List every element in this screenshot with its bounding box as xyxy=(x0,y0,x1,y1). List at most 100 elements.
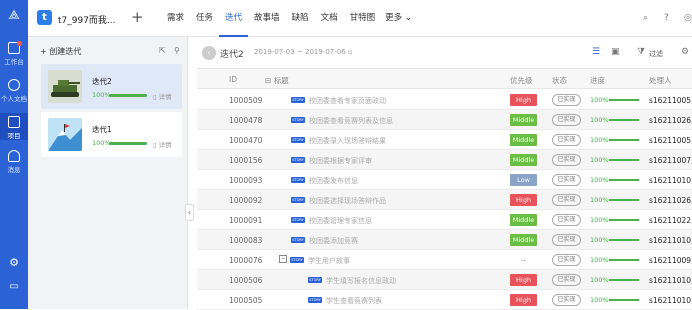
story-title[interactable]: 校团委添加竞赛 xyxy=(309,236,358,246)
story-title[interactable]: 校团委根据专家评审 xyxy=(309,156,372,166)
table-row[interactable]: 1000506 STORY 学生填写报名信息政动 High 已实现 100% s162110… xyxy=(197,270,692,290)
table-row[interactable]: 1000156 STORY 校团委根据专家评审 Middle 已实现 100% s16211… xyxy=(197,150,692,170)
priority-badge[interactable]: Middle xyxy=(510,214,537,226)
column-priority[interactable]: 优先级 xyxy=(510,75,533,86)
assignee[interactable]: s16211010; xyxy=(649,296,692,305)
status-badge[interactable]: 已实现 xyxy=(552,274,581,286)
table-row[interactable]: 1000091 STORY 校团委管理专家信息 Middle 已实现 100% s16211… xyxy=(197,210,692,230)
table-row[interactable]: 1000092 STORY 校团委选择现场答辩作品 High 已实现 100% s16211… xyxy=(197,190,692,210)
collapse-panel-button[interactable]: ‹ xyxy=(185,204,194,221)
project-avatar[interactable]: t xyxy=(37,10,52,25)
assignee[interactable]: s16211010; xyxy=(649,176,692,185)
priority-badge[interactable]: Middle xyxy=(510,134,537,146)
column-title[interactable]: ⊟ 标题 xyxy=(265,75,289,86)
user-avatar-icon[interactable]: ◎ xyxy=(684,13,692,23)
story-title[interactable]: 学生填写报名信息政动 xyxy=(326,276,396,286)
priority-badge[interactable]: High xyxy=(510,274,537,286)
rail-item-project[interactable]: 项目 xyxy=(0,113,28,140)
assignee[interactable]: s16211005; xyxy=(649,136,692,145)
settings-icon[interactable]: ⚙ xyxy=(0,256,28,269)
assignee[interactable]: s16211026; xyxy=(649,116,692,125)
priority-badge[interactable]: High xyxy=(510,194,537,206)
table-row[interactable]: 1000478 STORY 校团委查看竞赛列表及信息 Middle 已实现 100% s16… xyxy=(197,110,692,130)
help-icon[interactable]: ? xyxy=(664,13,669,23)
assignee[interactable]: s16211005;s xyxy=(649,96,692,105)
priority-badge[interactable]: Low xyxy=(510,174,537,186)
nav-tab-story-wall[interactable]: 故事墙 xyxy=(248,0,286,37)
story-title[interactable]: 校团委查看竞赛列表及信息 xyxy=(309,116,393,126)
iteration-detail-link[interactable]: ▯ 详情 xyxy=(153,139,172,149)
status-badge[interactable]: 已实现 xyxy=(552,294,581,306)
rail-item-messages[interactable]: 消息 xyxy=(0,150,28,174)
table-row[interactable]: 1000076 − STORY 学生用户故事 -- 已实现 100% s16211009; xyxy=(197,250,692,270)
back-icon[interactable]: ‹ xyxy=(202,46,216,60)
nav-more-dropdown[interactable]: 更多 ⌄ xyxy=(381,0,416,37)
search-icon[interactable]: ⌕ xyxy=(643,13,648,23)
status-badge[interactable]: 已实现 xyxy=(552,174,581,186)
priority-badge[interactable]: Middle xyxy=(510,114,537,126)
assignee[interactable]: s16211010; xyxy=(649,276,692,285)
assignee[interactable]: s16211026; xyxy=(649,196,692,205)
list-view-icon[interactable]: ☰ xyxy=(592,47,600,57)
collapse-icon[interactable]: − xyxy=(279,255,287,263)
story-title[interactable]: 学生查看竞赛列表 xyxy=(326,296,382,306)
table-row[interactable]: 1000505 STORY 学生查看竞赛列表 High 已实现 100% s16211010… xyxy=(197,290,692,310)
status-badge[interactable]: 已实现 xyxy=(552,234,581,246)
nav-tab-tasks[interactable]: 任务 xyxy=(190,0,219,37)
settings-icon[interactable]: ⚙ xyxy=(681,47,689,57)
story-title[interactable]: 学生用户故事 xyxy=(308,256,350,266)
story-title[interactable]: 校团委发布信息 xyxy=(309,176,358,186)
nav-tab-requirements[interactable]: 需求 xyxy=(161,0,190,37)
app-logo-icon[interactable]: ⟁ xyxy=(6,8,22,24)
iteration-detail-link[interactable]: ▯ 详情 xyxy=(153,91,172,101)
export-icon[interactable]: ⇱ xyxy=(159,46,166,55)
nav-tab-iterations[interactable]: 迭代 xyxy=(219,0,249,37)
add-button[interactable]: + xyxy=(131,8,144,26)
status-badge[interactable]: 已实现 xyxy=(552,134,581,146)
column-assignee[interactable]: 处理人 xyxy=(649,75,672,86)
status-badge[interactable]: 已实现 xyxy=(552,114,581,126)
table-row[interactable]: 1000083 STORY 校团委添加竞赛 Middle 已实现 100% s1621101… xyxy=(197,230,692,250)
priority-badge[interactable]: -- xyxy=(510,254,537,266)
nav-tab-gantt[interactable]: 甘特图 xyxy=(344,0,382,37)
column-status[interactable]: 状态 xyxy=(552,75,567,86)
column-progress[interactable]: 进度 xyxy=(590,75,605,86)
priority-badge[interactable]: Middle xyxy=(510,154,537,166)
project-name[interactable]: t7_997而我... xyxy=(58,13,116,26)
status-badge[interactable]: 已实现 xyxy=(552,254,581,266)
status-badge[interactable]: 已实现 xyxy=(552,154,581,166)
assignee[interactable]: s16211022; xyxy=(649,216,692,225)
assignee[interactable]: s16211010; xyxy=(649,236,692,245)
table-row[interactable]: 1000509 STORY 校团委查看专家页面政动 High 已实现 100% s16211… xyxy=(197,90,692,110)
calendar-icon[interactable]: ▫ xyxy=(348,48,353,56)
chat-icon[interactable]: ▭ xyxy=(0,281,28,292)
priority-badge[interactable]: Middle xyxy=(510,234,537,246)
story-title[interactable]: 校团委查看专家页面政动 xyxy=(309,96,386,106)
story-title[interactable]: 校团委管理专家信息 xyxy=(309,216,372,226)
filter-icon[interactable]: ⧩ xyxy=(637,47,645,57)
status-badge[interactable]: 已实现 xyxy=(552,214,581,226)
collapse-all-icon[interactable]: ⊟ xyxy=(265,76,271,85)
table-row[interactable]: 1000093 STORY 校团委发布信息 Low 已实现 100% s16211010; xyxy=(197,170,692,190)
board-view-icon[interactable]: ▣ xyxy=(611,47,620,57)
column-id[interactable]: ID xyxy=(229,75,237,84)
iteration-card[interactable]: 迭代2 100% ▯ 详情 xyxy=(41,64,182,109)
status-badge[interactable]: 已实现 xyxy=(552,94,581,106)
rail-item-workbench[interactable]: 工作台 xyxy=(0,41,28,66)
iteration-card[interactable]: 迭代1 100% ▯ 详情 xyxy=(41,112,182,157)
create-iteration-button[interactable]: + 创建迭代 xyxy=(40,46,81,57)
story-title[interactable]: 校团委选择现场答辩作品 xyxy=(309,196,386,206)
filter-icon[interactable]: ⚲ xyxy=(174,46,180,55)
priority-badge[interactable]: High xyxy=(510,294,537,306)
nav-tab-defects[interactable]: 缺陷 xyxy=(286,0,315,37)
filter-label[interactable]: 过滤 xyxy=(649,49,663,59)
assignee[interactable]: s16211007; xyxy=(649,156,692,165)
assignee[interactable]: s16211009; xyxy=(649,256,692,265)
nav-tab-documents[interactable]: 文档 xyxy=(315,0,344,37)
priority-badge[interactable]: High xyxy=(510,94,537,106)
progress-text: 100% xyxy=(590,136,609,144)
table-row[interactable]: 1000470 STORY 校团委录入现场答辩结果 Middle 已实现 100% s162… xyxy=(197,130,692,150)
story-title[interactable]: 校团委录入现场答辩结果 xyxy=(309,136,386,146)
status-badge[interactable]: 已实现 xyxy=(552,194,581,206)
rail-item-docs[interactable]: 个人文档 xyxy=(0,79,28,103)
